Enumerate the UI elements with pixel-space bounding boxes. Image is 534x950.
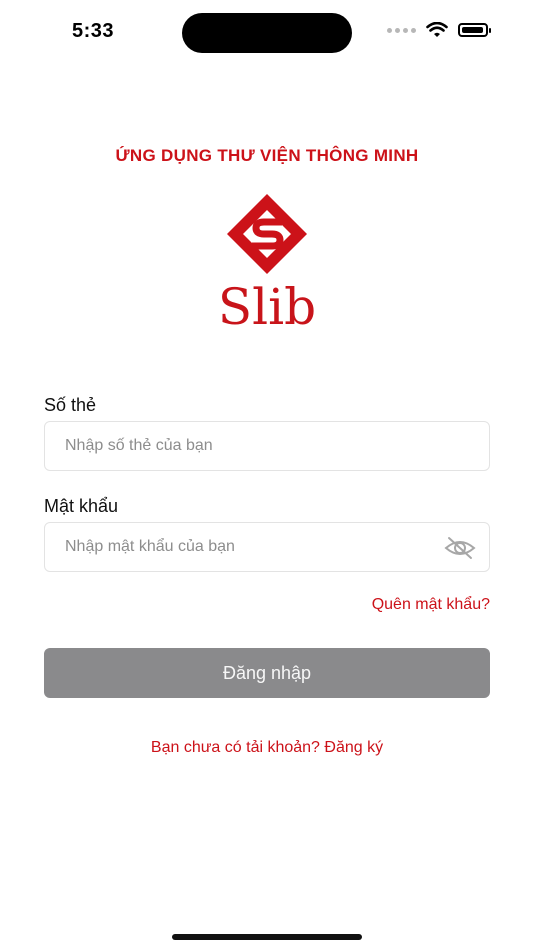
card-number-input[interactable] (45, 422, 489, 470)
cellular-signal-icon (387, 27, 416, 33)
status-bar: 5:33 (0, 0, 534, 64)
register-link[interactable]: Bạn chưa có tải khoản? Đăng ký (0, 739, 534, 757)
dynamic-island (182, 13, 352, 53)
wifi-icon (426, 22, 448, 38)
password-field[interactable] (44, 522, 490, 572)
login-button[interactable]: Đăng nhập (44, 648, 490, 698)
password-label: Mật khẩu (44, 496, 119, 516)
slib-logo-icon (227, 194, 307, 274)
battery-icon (458, 23, 491, 37)
status-time: 5:33 (72, 20, 115, 42)
card-number-field[interactable] (44, 421, 490, 471)
card-number-label: Số thẻ (44, 395, 97, 415)
status-icons (387, 22, 491, 38)
logo-text: Slib (217, 278, 317, 336)
forgot-password-link[interactable]: Quên mật khẩu? (372, 596, 490, 614)
slib-logo: Slib (196, 190, 338, 350)
app-heading: ỨNG DỤNG THƯ VIỆN THÔNG MINH (115, 146, 419, 165)
eye-slash-icon[interactable] (443, 535, 477, 561)
home-indicator (172, 934, 362, 940)
password-input[interactable] (45, 523, 489, 571)
